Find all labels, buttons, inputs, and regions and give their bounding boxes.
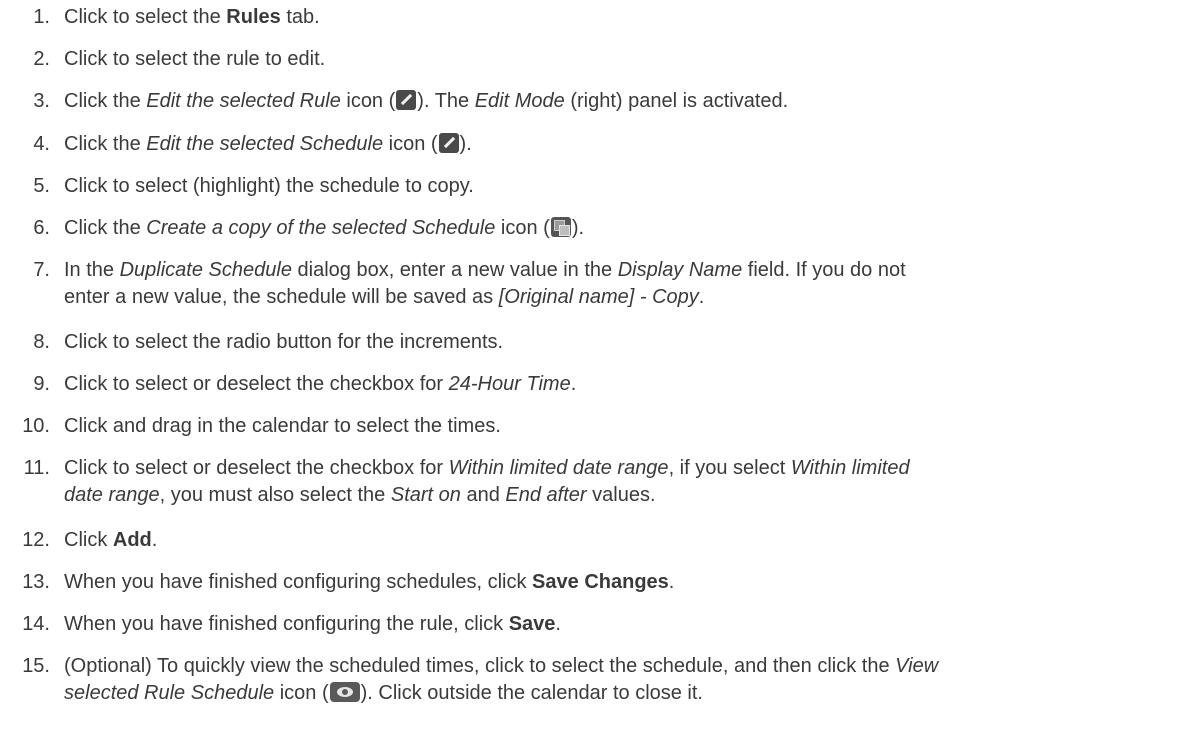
ui-term-date-range: date range xyxy=(64,484,160,506)
text-run: icon ( xyxy=(495,217,550,239)
ui-term-display-name: Display Name xyxy=(617,259,743,281)
copy-icon xyxy=(550,217,571,237)
step-number: 2. xyxy=(33,48,50,70)
ui-term-edit-schedule: Edit the selected Schedule xyxy=(146,133,384,155)
text-run: When you have finished configuring the r… xyxy=(64,613,509,635)
ui-term-rules-tab: Rules xyxy=(226,6,281,28)
text-run: . xyxy=(570,373,577,395)
text-run: Click to select the rule to edit. xyxy=(64,48,326,70)
text-run: Click to select the radio button for the… xyxy=(64,331,504,353)
step-number: 8. xyxy=(33,331,50,353)
step-text: Click the Create a copy of the selected … xyxy=(64,215,1192,242)
text-run: Click xyxy=(64,529,113,551)
step-number: 11. xyxy=(23,457,50,479)
ui-term-edit-rule: Edit the selected Rule xyxy=(146,90,341,112)
ui-term-edit-mode: Edit Mode xyxy=(474,90,565,112)
text-run: tab. xyxy=(280,6,320,28)
step-number: 15. xyxy=(22,655,50,677)
step-number: 7. xyxy=(33,259,50,281)
text-run: . xyxy=(555,613,561,635)
step-number: 6. xyxy=(33,217,50,239)
step-number: 13. xyxy=(22,571,50,593)
ui-term-24-hour-time: 24-Hour Time xyxy=(448,373,571,395)
text-run: ). xyxy=(459,133,472,155)
text-run: values. xyxy=(586,484,656,506)
step-text: When you have finished configuring sched… xyxy=(64,569,1192,596)
step-text: Click to select the radio button for the… xyxy=(64,329,1192,356)
step-text: (Optional) To quickly view the scheduled… xyxy=(64,653,1192,707)
text-run: dialog box, enter a new value in the xyxy=(291,259,618,281)
ui-term-copy-schedule: Create a copy of the selected Schedule xyxy=(146,217,496,239)
text-run: icon ( xyxy=(274,682,329,704)
step-number: 10. xyxy=(22,415,50,437)
ui-term-add: Add xyxy=(112,529,152,551)
text-run: Click the xyxy=(64,133,147,155)
step-text: Click the Edit the selected Schedule ico… xyxy=(64,131,1192,158)
step-number: 4. xyxy=(33,133,50,155)
text-run: icon ( xyxy=(340,90,396,112)
text-run: When you have finished configuring sched… xyxy=(64,571,533,593)
text-run: . xyxy=(151,529,158,551)
eye-icon xyxy=(329,682,360,702)
text-run: ). xyxy=(571,217,585,239)
text-run: Click to select or deselect the checkbox… xyxy=(64,457,449,479)
text-run: , you must also select the xyxy=(159,484,391,506)
text-run: enter a new value, the schedule will be … xyxy=(64,286,499,308)
step-text: Click and drag in the calendar to select… xyxy=(64,413,1192,440)
pencil-icon xyxy=(396,90,417,110)
step-text: Click to select or deselect the checkbox… xyxy=(64,455,1192,509)
text-run: ). Click outside the calendar to close i… xyxy=(360,682,703,704)
step-number: 9. xyxy=(33,373,50,395)
step-text: When you have finished configuring the r… xyxy=(64,611,1192,638)
text-run: Click to select the xyxy=(64,6,227,28)
text-run: field. If you do not xyxy=(742,259,906,281)
text-run: Click the xyxy=(64,90,147,112)
pencil-icon xyxy=(438,133,459,153)
ui-term-save-changes: Save Changes xyxy=(532,571,669,593)
step-text: Click to select (highlight) the schedule… xyxy=(64,173,1192,200)
text-run: , if you select xyxy=(668,457,791,479)
text-run: Click to select or deselect the checkbox… xyxy=(64,373,449,395)
text-run: (right) panel is activated. xyxy=(564,90,789,112)
ui-term-save: Save xyxy=(508,613,556,635)
text-run: Click and drag in the calendar to select… xyxy=(64,415,501,437)
step-number: 12. xyxy=(22,529,50,551)
text-run: . xyxy=(668,571,675,593)
step-text: In the Duplicate Schedule dialog box, en… xyxy=(64,257,1192,311)
text-run: Click to select (highlight) the schedule… xyxy=(64,175,474,197)
ui-term-within-limited: Within limited xyxy=(790,457,910,479)
text-run: Click the xyxy=(64,217,147,239)
step-text: Click to select the Rules tab. xyxy=(64,4,1192,31)
ui-term-view: View xyxy=(895,655,939,677)
step-number: 3. xyxy=(33,90,50,112)
ui-term-selected-rule-schedule: selected Rule Schedule xyxy=(64,682,275,704)
step-text: Click the Edit the selected Rule icon ()… xyxy=(64,88,1192,115)
ui-term-start-on: Start on xyxy=(390,484,461,506)
text-run: icon ( xyxy=(383,133,438,155)
ui-term-within-limited-date-range: Within limited date range xyxy=(448,457,669,479)
step-number: 14. xyxy=(22,613,50,635)
step-number: 5. xyxy=(33,175,50,197)
step-text: Click to select or deselect the checkbox… xyxy=(64,371,1192,398)
step-number: 1. xyxy=(33,6,50,28)
ui-term-original-name-copy: [Original name] - Copy xyxy=(498,286,699,308)
ui-term-duplicate-schedule: Duplicate Schedule xyxy=(119,259,292,281)
text-run: . xyxy=(698,286,705,308)
text-run: In the xyxy=(64,259,120,281)
step-text: Click to select the rule to edit. xyxy=(64,46,1192,73)
text-run: ). The xyxy=(417,90,475,112)
step-text: Click Add. xyxy=(64,527,1192,554)
text-run: and xyxy=(460,484,506,506)
text-run: (Optional) To quickly view the scheduled… xyxy=(64,655,896,677)
ui-term-end-after: End after xyxy=(505,484,587,506)
